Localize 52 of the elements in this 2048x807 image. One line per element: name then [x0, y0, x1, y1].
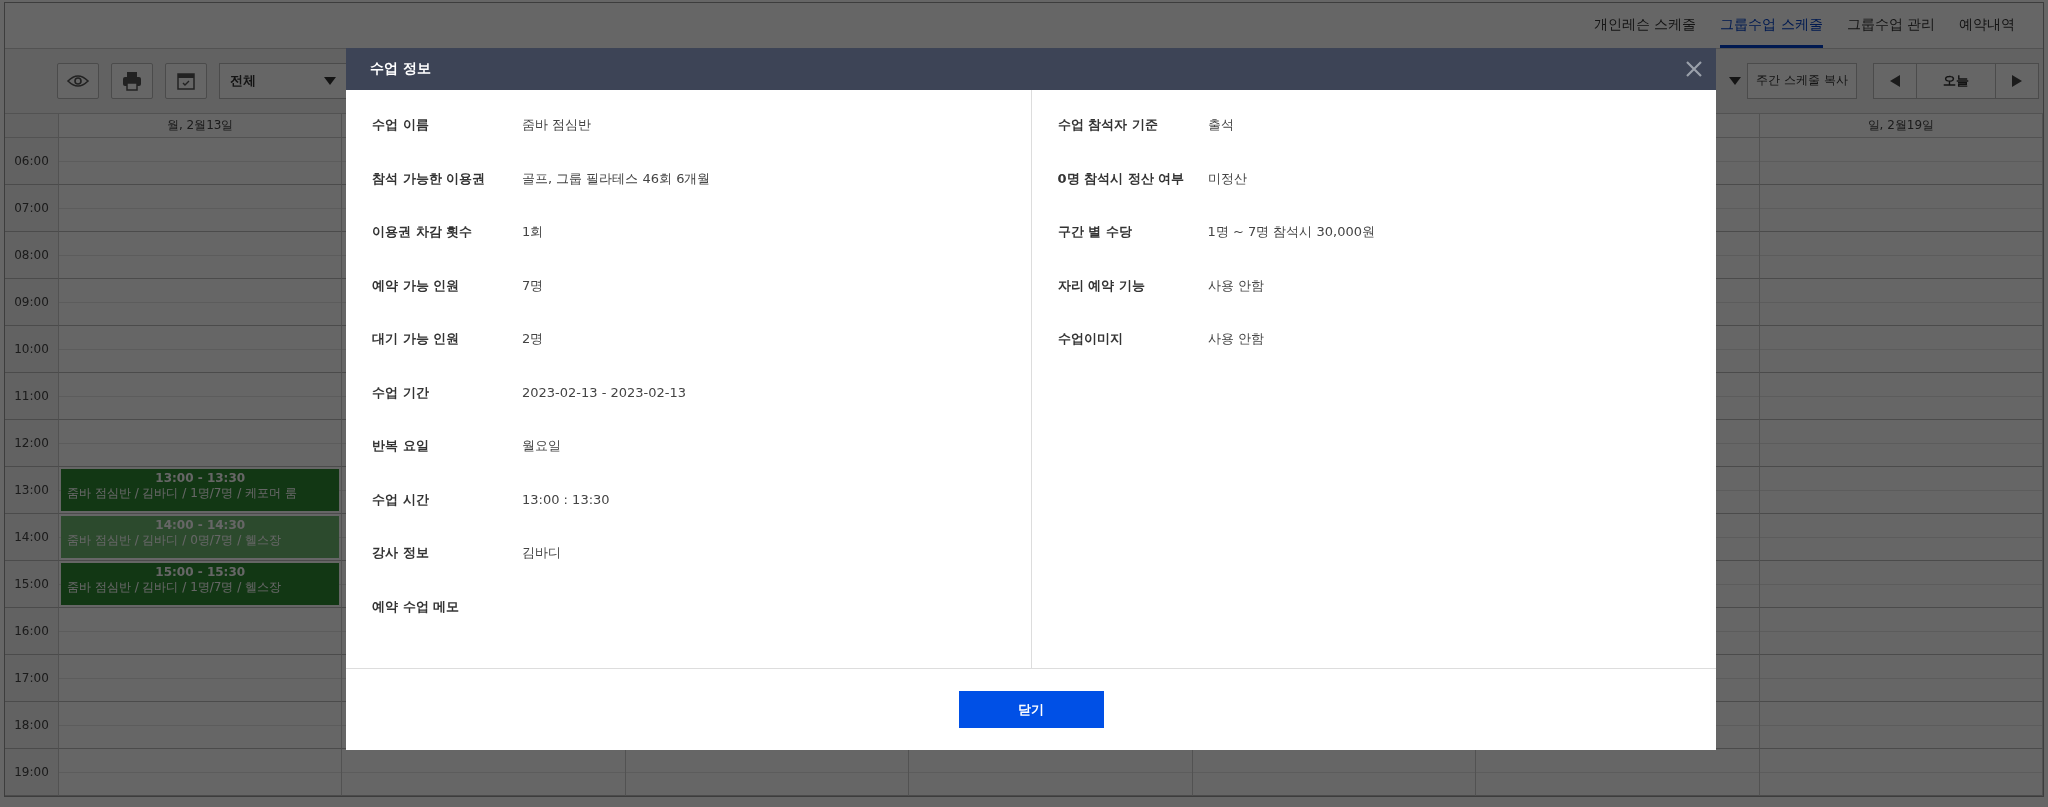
field-value: 사용 안함 — [1207, 276, 1264, 295]
field-value: 7명 — [522, 276, 544, 295]
field-label: 수업 참석자 기준 — [1057, 116, 1159, 134]
field-label: 수업 시간 — [372, 490, 430, 509]
today-button[interactable]: 오늘 — [1916, 63, 1996, 98]
time-label: 10:00 — [5, 326, 59, 373]
copy-schedule-button[interactable]: 주간 스케줄 복사 — [1747, 62, 1857, 99]
field-value: 김바디 — [522, 544, 561, 562]
time-label: 09:00 — [5, 279, 59, 326]
time-label: 13:00 — [5, 467, 59, 514]
field-value: 출석 — [1207, 116, 1234, 134]
time-label: 16:00 — [5, 608, 59, 655]
time-label: 15:00 — [5, 561, 59, 608]
field-label: 예약 가능 인원 — [372, 276, 461, 295]
time-label: 07:00 — [5, 185, 59, 232]
field-value: 미정산 — [1207, 169, 1247, 188]
field-value: 2명 — [522, 330, 544, 348]
field-value: 1회 — [522, 223, 544, 241]
time-label: 17:00 — [5, 655, 59, 702]
time-label: 12:00 — [5, 420, 59, 467]
nav-tab[interactable]: 예약내역 — [1959, 3, 2015, 48]
field-label: 구간 별 수당 — [1057, 223, 1133, 241]
field-value: 2023-02-13 - 2023-02-13 — [522, 384, 687, 400]
field-value: 사용 안함 — [1207, 330, 1264, 348]
close-button[interactable]: 닫기 — [958, 691, 1104, 728]
field-label: 참석 가능한 이용권 — [372, 169, 487, 188]
field-label: 반복 요일 — [372, 437, 430, 455]
field-label: 0명 참석시 정산 여부 — [1057, 169, 1186, 188]
nav-tab[interactable]: 그룹수업 관리 — [1846, 3, 1935, 48]
time-label: 11:00 — [5, 373, 59, 420]
field-value: 줌바 점심반 — [522, 116, 592, 134]
field-label: 수업이미지 — [1057, 330, 1124, 348]
time-label: 18:00 — [5, 702, 59, 749]
field-label: 수업 이름 — [372, 116, 430, 134]
time-label: 14:00 — [5, 514, 59, 561]
field-value: 1명 ~ 7명 참석시 30,000원 — [1207, 223, 1375, 241]
dialog-title: 수업 정보 — [370, 60, 431, 78]
field-label: 자리 예약 기능 — [1057, 276, 1146, 295]
field-label: 이용권 차감 횟수 — [372, 223, 474, 241]
field-label: 강사 정보 — [372, 544, 430, 562]
field-value: 골프, 그룹 필라테스 46회 6개월 — [522, 169, 711, 188]
time-label: 19:00 — [5, 749, 59, 796]
filter-select[interactable]: 전체 — [219, 62, 347, 99]
field-value: 13:00 : 13:30 — [522, 491, 610, 507]
field-label: 수업 기간 — [372, 383, 430, 402]
field-label: 대기 가능 인원 — [372, 330, 461, 348]
field-label: 예약 수업 메모 — [372, 597, 461, 616]
time-label: 08:00 — [5, 232, 59, 279]
nav-tab[interactable]: 그룹수업 스케줄 — [1720, 3, 1823, 48]
nav-tab[interactable]: 개인레슨 스케줄 — [1593, 3, 1697, 48]
time-label: 06:00 — [5, 138, 59, 185]
field-value: 월요일 — [522, 437, 561, 455]
